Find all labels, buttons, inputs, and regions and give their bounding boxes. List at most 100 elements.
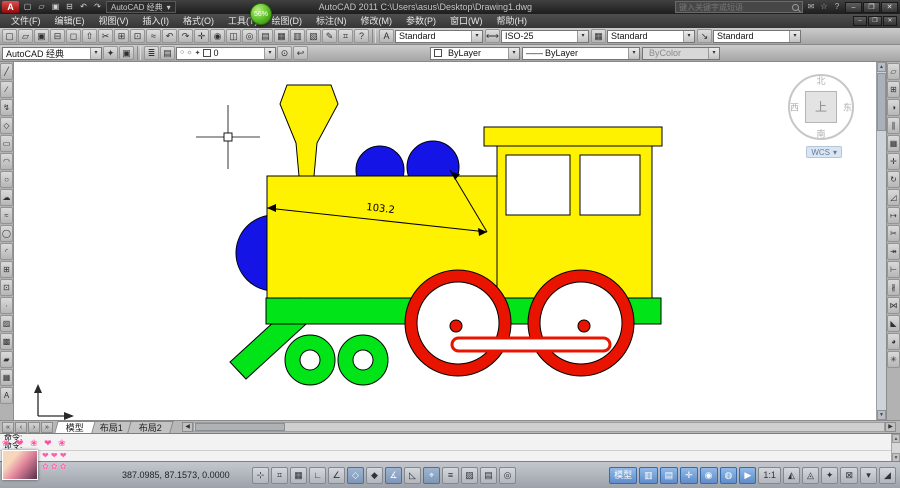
insert-block-icon[interactable]: ⊞ — [0, 261, 13, 278]
polyline-icon[interactable]: ↯ — [0, 99, 13, 116]
rectangle-icon[interactable]: ▭ — [0, 135, 13, 152]
move-icon[interactable]: ✛ — [887, 153, 900, 170]
quickcalc-icon[interactable]: ⌗ — [338, 29, 353, 43]
viewcube-top-face[interactable]: 上 — [805, 91, 837, 123]
doc-close-button[interactable]: ✕ — [883, 16, 897, 26]
viewcube[interactable]: 北 南 西 东 上 — [788, 74, 854, 140]
object-snap-tracking-toggle[interactable]: ∡ — [385, 467, 402, 484]
menu-item[interactable]: 参数(P) — [399, 14, 443, 28]
properties-icon[interactable]: ▤ — [258, 29, 273, 43]
favorites-star-icon[interactable]: ☆ — [818, 1, 830, 13]
menu-item[interactable]: 视图(V) — [92, 14, 136, 28]
chevron-down-icon[interactable]: ▾ — [471, 31, 482, 42]
steering-wheel-icon[interactable]: ◍ — [720, 467, 738, 484]
desktop-pet-overlay[interactable]: ❀ ❤ ❀ ❤ ❀ ❤ ❤ ❤ ✿ ✿ ✿ — [2, 438, 120, 488]
canvas-horizontal-scrollbar[interactable]: ◀ ▶ — [182, 421, 896, 432]
tab-nav-button[interactable]: ‹ — [15, 422, 27, 433]
trim-icon[interactable]: ✂ — [887, 225, 900, 242]
command-input-line[interactable]: 命令: — [0, 451, 900, 461]
lineweight-toggle[interactable]: ≡ — [442, 467, 459, 484]
style-combo[interactable]: Standard ▾ — [607, 30, 695, 43]
model-space-button[interactable]: 模型 — [609, 467, 637, 484]
status-menu-icon[interactable]: ▾ — [860, 467, 877, 484]
table-icon[interactable]: ▦ — [0, 369, 13, 386]
qnew-icon[interactable]: ▢ — [2, 29, 17, 43]
small-wheel-2[interactable] — [338, 335, 388, 385]
plotstyle-combo[interactable]: ByColor ▾ — [642, 47, 720, 60]
chevron-down-icon[interactable]: ▾ — [264, 48, 275, 59]
tab-nav-button[interactable]: › — [28, 422, 40, 433]
cut-icon[interactable]: ✂ — [98, 29, 113, 43]
viewcube-north-label[interactable]: 北 — [816, 74, 825, 87]
small-wheel-1[interactable] — [285, 335, 335, 385]
clean-screen-button[interactable]: ◢ — [879, 467, 896, 484]
scroll-left-icon[interactable]: ◀ — [182, 422, 193, 432]
save-workspace-icon[interactable]: ▣ — [119, 46, 134, 60]
communication-center-icon[interactable]: ✉ — [805, 1, 817, 13]
quick-view-drawings-icon[interactable]: ▤ — [660, 467, 679, 484]
viewcube-east-label[interactable]: 东 — [843, 101, 852, 114]
style-combo[interactable]: Standard ▾ — [713, 30, 801, 43]
annotation-visibility-icon[interactable]: ◭ — [783, 467, 800, 484]
dim-style-combo[interactable]: ⟷ ISO-25 ▾ — [485, 29, 589, 43]
mirror-icon[interactable]: ◑ — [887, 99, 900, 116]
pan-status-icon[interactable]: ✛ — [680, 467, 698, 484]
coordinate-display[interactable]: 387.0985, 87.1573, 0.0000 — [122, 470, 250, 480]
table-style-combo[interactable]: ▦ Standard ▾ — [591, 29, 695, 43]
mleader-style-combo[interactable]: ↘ Standard ▾ — [697, 29, 801, 43]
tab-model[interactable]: 模型 — [54, 421, 95, 433]
zoom-previous-icon[interactable]: ◎ — [242, 29, 257, 43]
extend-icon[interactable]: ↠ — [887, 243, 900, 260]
workspace-switching-icon[interactable]: ✦ — [821, 467, 839, 484]
gradient-icon[interactable]: ▩ — [0, 333, 13, 350]
sheet-set-manager-icon[interactable]: ▧ — [306, 29, 321, 43]
revision-cloud-icon[interactable]: ☁ — [0, 189, 13, 206]
dynamic-input-toggle[interactable]: ⌖ — [423, 467, 440, 484]
fillet-icon[interactable]: ◕ — [887, 333, 900, 350]
toolbar-lock-icon[interactable]: ⊠ — [840, 467, 858, 484]
break-icon[interactable]: ∦ — [887, 279, 900, 296]
minimize-button[interactable]: – — [845, 2, 862, 13]
menu-item[interactable]: 插入(I) — [136, 14, 177, 28]
command-window[interactable]: 命令:命令: 命令: ▲ ▼ — [0, 433, 900, 461]
explode-icon[interactable]: ✳ — [887, 351, 900, 368]
show-motion-icon[interactable]: ▶ — [739, 467, 756, 484]
workspace-settings-icon[interactable]: ✦ — [103, 46, 118, 60]
style-combo[interactable]: ISO-25 ▾ — [501, 30, 589, 43]
quick-properties-toggle[interactable]: ▤ — [480, 467, 497, 484]
drawing-canvas[interactable]: 103.2 北 南 西 东 上 — [14, 62, 876, 420]
menu-item[interactable]: 标注(N) — [309, 14, 354, 28]
style-icon[interactable]: ⟷ — [485, 29, 500, 43]
doc-restore-button[interactable]: ❐ — [868, 16, 882, 26]
erase-icon[interactable]: ▱ — [887, 63, 900, 80]
doc-minimize-button[interactable]: – — [853, 16, 867, 26]
scroll-up-icon[interactable]: ▲ — [892, 434, 900, 443]
help-icon[interactable]: ? — [354, 29, 369, 43]
array-icon[interactable]: ▦ — [887, 135, 900, 152]
command-scrollbar[interactable]: ▲ ▼ — [891, 434, 900, 462]
ellipse-icon[interactable]: ◯ — [0, 225, 13, 242]
chevron-down-icon[interactable]: ▾ — [683, 31, 694, 42]
pet-avatar[interactable] — [2, 450, 38, 480]
redo-icon[interactable]: ↷ — [91, 1, 104, 13]
scroll-up-icon[interactable]: ▲ — [877, 62, 886, 72]
undo-icon[interactable]: ↶ — [77, 1, 90, 13]
copy-clip-icon[interactable]: ⊞ — [114, 29, 129, 43]
infer-constraints-toggle[interactable]: ⊹ — [252, 467, 269, 484]
chevron-down-icon[interactable]: ▾ — [708, 48, 719, 59]
chevron-down-icon[interactable]: ▾ — [789, 31, 800, 42]
mtext-icon[interactable]: A — [0, 387, 13, 404]
arc-icon[interactable]: ◠ — [0, 153, 13, 170]
layer-combo[interactable]: ○☼✦ 0 ▾ — [176, 47, 276, 60]
point-icon[interactable]: ∙ — [0, 297, 13, 314]
close-button[interactable]: ✕ — [881, 2, 898, 13]
style-icon[interactable]: ↘ — [697, 29, 712, 43]
wcs-dropdown[interactable]: WCS ▾ — [806, 146, 842, 158]
make-current-layer-icon[interactable]: ⊙ — [277, 46, 292, 60]
zoom-status-icon[interactable]: ◉ — [700, 467, 718, 484]
scrollbar-thumb[interactable] — [877, 73, 886, 131]
chamfer-icon[interactable]: ◣ — [887, 315, 900, 332]
grid-toggle[interactable]: ▦ — [290, 467, 307, 484]
object-snap-toggle[interactable]: ◇ — [347, 467, 364, 484]
application-menu-button[interactable]: A — [2, 1, 19, 13]
